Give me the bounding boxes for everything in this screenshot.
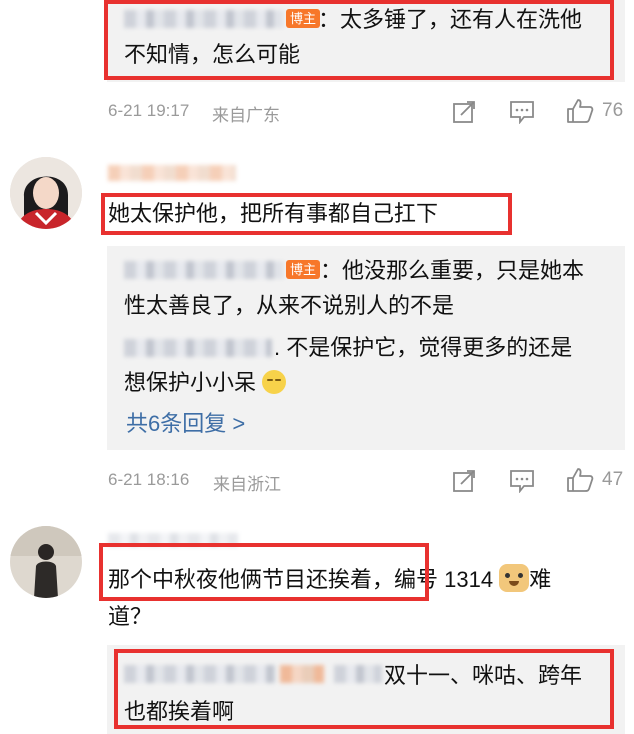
more-replies-link[interactable]: 共6条回复 >: [126, 407, 245, 441]
highlight-box: [114, 649, 614, 729]
comment-location: 来自浙江: [213, 475, 281, 494]
share-icon[interactable]: [452, 469, 476, 493]
comment-icon[interactable]: [509, 469, 535, 493]
like-icon[interactable]: [566, 98, 594, 124]
avatar[interactable]: [10, 526, 82, 598]
comment-time: 6-21 19:17: [108, 101, 190, 120]
like-icon[interactable]: [566, 467, 594, 493]
share-icon[interactable]: [452, 100, 476, 124]
highlight-box: [101, 193, 512, 235]
reply-text-line2: 性太善良了，从来不说别人的不是: [124, 293, 455, 318]
comment-icon[interactable]: [509, 100, 535, 124]
reply-text-line2: 想保护小小呆: [124, 366, 287, 400]
blurred-username: [124, 261, 284, 279]
blurred-username: [108, 165, 236, 181]
doge-emoji-icon: [499, 564, 530, 592]
like-count: 47: [602, 469, 624, 490]
comment-text-line2: 道？: [108, 604, 153, 629]
sleepy-emoji-icon: [262, 370, 287, 394]
like-count: 76: [602, 100, 624, 121]
author-badge: 博主: [286, 260, 321, 279]
blurred-username: [124, 339, 272, 357]
highlight-box: [99, 543, 429, 601]
reply-text-line1: ：他没那么重要，只是她本: [320, 258, 585, 283]
highlight-box: [104, 0, 614, 80]
avatar[interactable]: [10, 157, 82, 229]
comment-location: 来自广东: [212, 106, 280, 125]
reply-text-line1: . 不是保护它，觉得更多的还是: [274, 335, 573, 360]
comment-time: 6-21 18:16: [108, 470, 190, 489]
